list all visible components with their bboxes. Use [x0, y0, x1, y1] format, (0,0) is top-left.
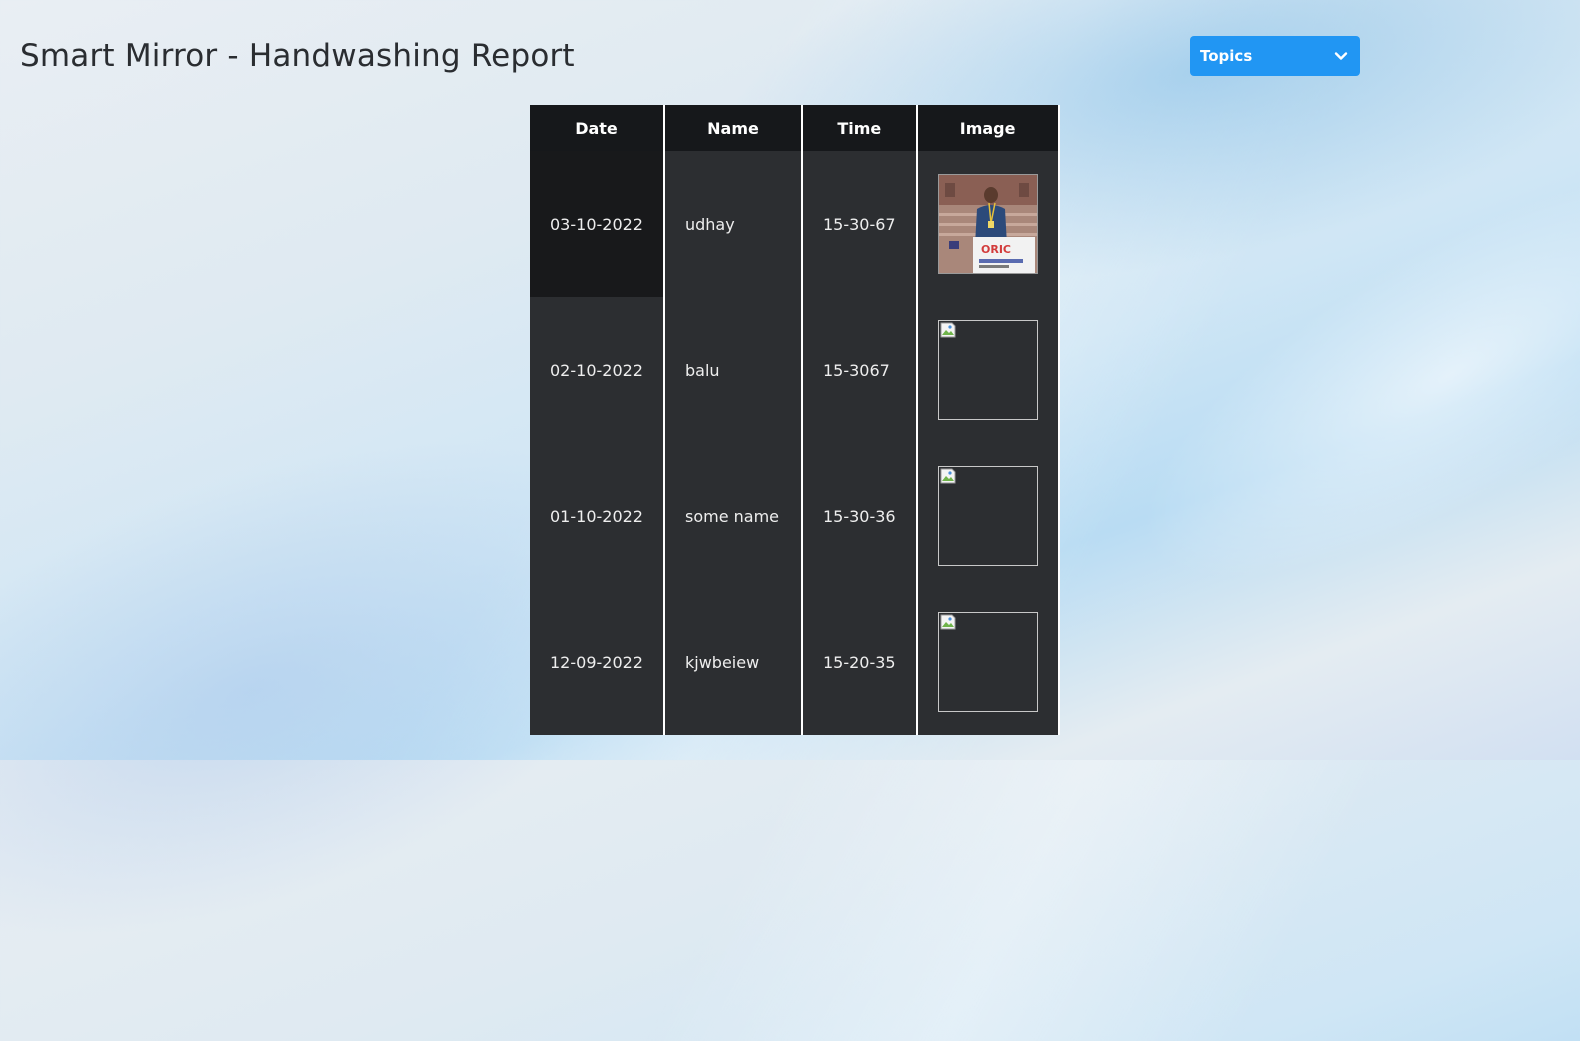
- cell-name: some name: [663, 443, 803, 589]
- broken-image-icon: [940, 322, 956, 338]
- cell-image: [916, 443, 1060, 589]
- column-header-name: Name: [663, 105, 803, 151]
- table-header-row: Date Name Time Image: [530, 105, 1060, 151]
- cell-date: 12-09-2022: [530, 589, 665, 735]
- column-header-image: Image: [916, 105, 1060, 151]
- column-header-time: Time: [801, 105, 918, 151]
- column-header-date: Date: [530, 105, 665, 151]
- broken-image-placeholder: [937, 612, 1038, 712]
- svg-text:ORIC: ORIC: [981, 243, 1011, 256]
- report-table: Date Name Time Image 03-10-2022 udhay 15…: [530, 105, 1060, 735]
- table-row: 01-10-2022 some name 15-30-36: [530, 443, 1060, 589]
- topics-dropdown[interactable]: Topics: [1190, 36, 1360, 76]
- cell-date: 01-10-2022: [530, 443, 665, 589]
- cell-date: 02-10-2022: [530, 297, 665, 443]
- table-row: 03-10-2022 udhay 15-30-67 ORIC: [530, 151, 1060, 297]
- cell-time: 15-30-36: [801, 443, 918, 589]
- page-title: Smart Mirror - Handwashing Report: [20, 38, 575, 74]
- broken-image-placeholder: [937, 466, 1038, 566]
- broken-image-placeholder: [937, 320, 1038, 420]
- cell-image: ORIC: [916, 151, 1060, 297]
- chevron-down-icon: [1334, 49, 1348, 63]
- user-photo: ORIC: [937, 174, 1038, 274]
- broken-image-icon: [940, 468, 956, 484]
- cell-name: udhay: [663, 151, 803, 297]
- table-row: 02-10-2022 balu 15-3067: [530, 297, 1060, 443]
- broken-image-icon: [940, 614, 956, 630]
- cell-time: 15-30-67: [801, 151, 918, 297]
- cell-image: [916, 589, 1060, 735]
- cell-image: [916, 297, 1060, 443]
- background-streak: [1084, 91, 1580, 659]
- cell-date: 03-10-2022: [530, 151, 665, 297]
- cell-name: balu: [663, 297, 803, 443]
- cell-name: kjwbeiew: [663, 589, 803, 735]
- cell-time: 15-20-35: [801, 589, 918, 735]
- cell-time: 15-3067: [801, 297, 918, 443]
- topics-dropdown-label: Topics: [1200, 47, 1253, 65]
- table-row: 12-09-2022 kjwbeiew 15-20-35: [530, 589, 1060, 735]
